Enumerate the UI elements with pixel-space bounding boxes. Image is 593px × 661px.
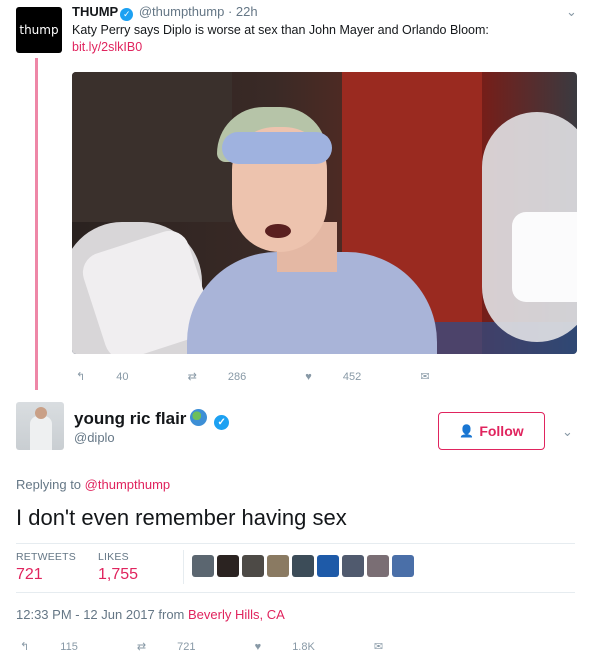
liker-avatar[interactable] [267, 555, 289, 577]
parent-tweet-time[interactable]: 22h [236, 4, 258, 19]
liker-avatar[interactable] [367, 555, 389, 577]
like-action[interactable]: ♥ 452 [305, 371, 389, 383]
globe-emoji-icon [190, 409, 208, 426]
thread-line [35, 58, 38, 390]
image-pillow-right [512, 212, 577, 302]
follow-person-icon: 👤 [459, 424, 475, 438]
like-icon: ♥ [254, 641, 262, 653]
liker-avatar[interactable] [242, 555, 264, 577]
avatar-head [35, 407, 47, 419]
parent-author-handle[interactable]: @thumpthump [139, 4, 224, 19]
main-tweet-actions: ↰ 115 ⇄ 721 ♥ 1.8K ✉ [20, 640, 439, 653]
parent-tweet-header: THUMP ✓ @thumpthump · 22h [72, 4, 258, 21]
separator-dot: · [227, 4, 233, 19]
image-sleep-mask [222, 132, 332, 164]
stats-divider [183, 550, 184, 584]
avatar-thump[interactable]: thump [16, 7, 62, 53]
retweet-action[interactable]: ⇄ 721 [137, 640, 224, 653]
message-icon: ✉ [373, 641, 384, 653]
verified-icon: ✓ [120, 8, 134, 21]
liker-avatar[interactable] [342, 555, 364, 577]
liker-avatar[interactable] [192, 555, 214, 577]
message-action[interactable]: ✉ [374, 640, 411, 653]
replying-to: Replying to @thumpthump [16, 477, 170, 492]
liker-avatar[interactable] [217, 555, 239, 577]
retweets-label: RETWEETS [16, 551, 76, 563]
chevron-down-icon[interactable]: ⌄ [566, 4, 580, 19]
like-count: 452 [342, 371, 362, 383]
avatar-body [30, 416, 52, 450]
reply-action[interactable]: ↰ 40 [76, 370, 157, 383]
retweets-count[interactable]: 721 [16, 566, 43, 584]
avatar-diplo[interactable] [16, 402, 64, 450]
parent-tweet-actions: ↰ 40 ⇄ 286 ♥ 452 ✉ [76, 370, 486, 383]
main-author-name[interactable]: young ric flair [74, 409, 186, 428]
verified-icon: ✓ [214, 415, 230, 430]
retweet-count: 721 [177, 641, 196, 653]
like-icon: ♥ [305, 371, 312, 383]
follow-label: Follow [479, 423, 524, 439]
liker-avatar[interactable] [317, 555, 339, 577]
retweet-icon: ⇄ [136, 641, 147, 653]
reply-count: 115 [60, 641, 78, 653]
message-action[interactable]: ✉ [420, 370, 457, 383]
message-icon: ✉ [420, 371, 430, 383]
replying-prefix: Replying to [16, 477, 82, 492]
liker-avatar[interactable] [392, 555, 414, 577]
retweet-count: 286 [227, 371, 247, 383]
divider [16, 543, 575, 544]
image-person-mouth [265, 224, 291, 238]
retweet-icon: ⇄ [187, 371, 197, 383]
reply-action[interactable]: ↰ 115 [20, 640, 106, 653]
main-author-handle[interactable]: @diplo [74, 430, 115, 445]
chevron-down-icon[interactable]: ⌄ [562, 424, 576, 439]
parent-tweet-link[interactable]: bit.ly/2slkIB0 [72, 40, 142, 54]
reply-icon: ↰ [76, 371, 86, 383]
like-count: 1.8K [292, 641, 315, 653]
reply-count: 40 [116, 371, 129, 383]
like-action[interactable]: ♥ 1.8K [255, 641, 343, 653]
likes-count[interactable]: 1,755 [98, 566, 138, 584]
replying-to-link[interactable]: @thumpthump [85, 477, 170, 492]
liker-avatar[interactable] [292, 555, 314, 577]
follow-button[interactable]: 👤 Follow [438, 412, 545, 450]
divider [16, 592, 575, 593]
retweet-action[interactable]: ⇄ 286 [188, 370, 275, 383]
liker-avatars [192, 555, 417, 577]
parent-tweet-text: Katy Perry says Diplo is worse at sex th… [72, 23, 489, 37]
tweet-timestamp: 12:33 PM - 12 Jun 2017 from Beverly Hill… [16, 607, 285, 622]
location-link[interactable]: Beverly Hills, CA [188, 607, 285, 622]
likes-label: LIKES [98, 551, 129, 563]
parent-author-name[interactable]: THUMP [72, 4, 118, 19]
main-tweet-text: I don't even remember having sex [16, 505, 347, 530]
tweet-media-image[interactable] [72, 72, 577, 354]
main-author-name-row: young ric flair ✓ [74, 409, 231, 430]
image-bg-wall [72, 72, 232, 222]
reply-icon: ↰ [20, 641, 30, 653]
timestamp-text[interactable]: 12:33 PM - 12 Jun 2017 from [16, 607, 184, 622]
avatar-thump-text: thump [19, 23, 59, 37]
